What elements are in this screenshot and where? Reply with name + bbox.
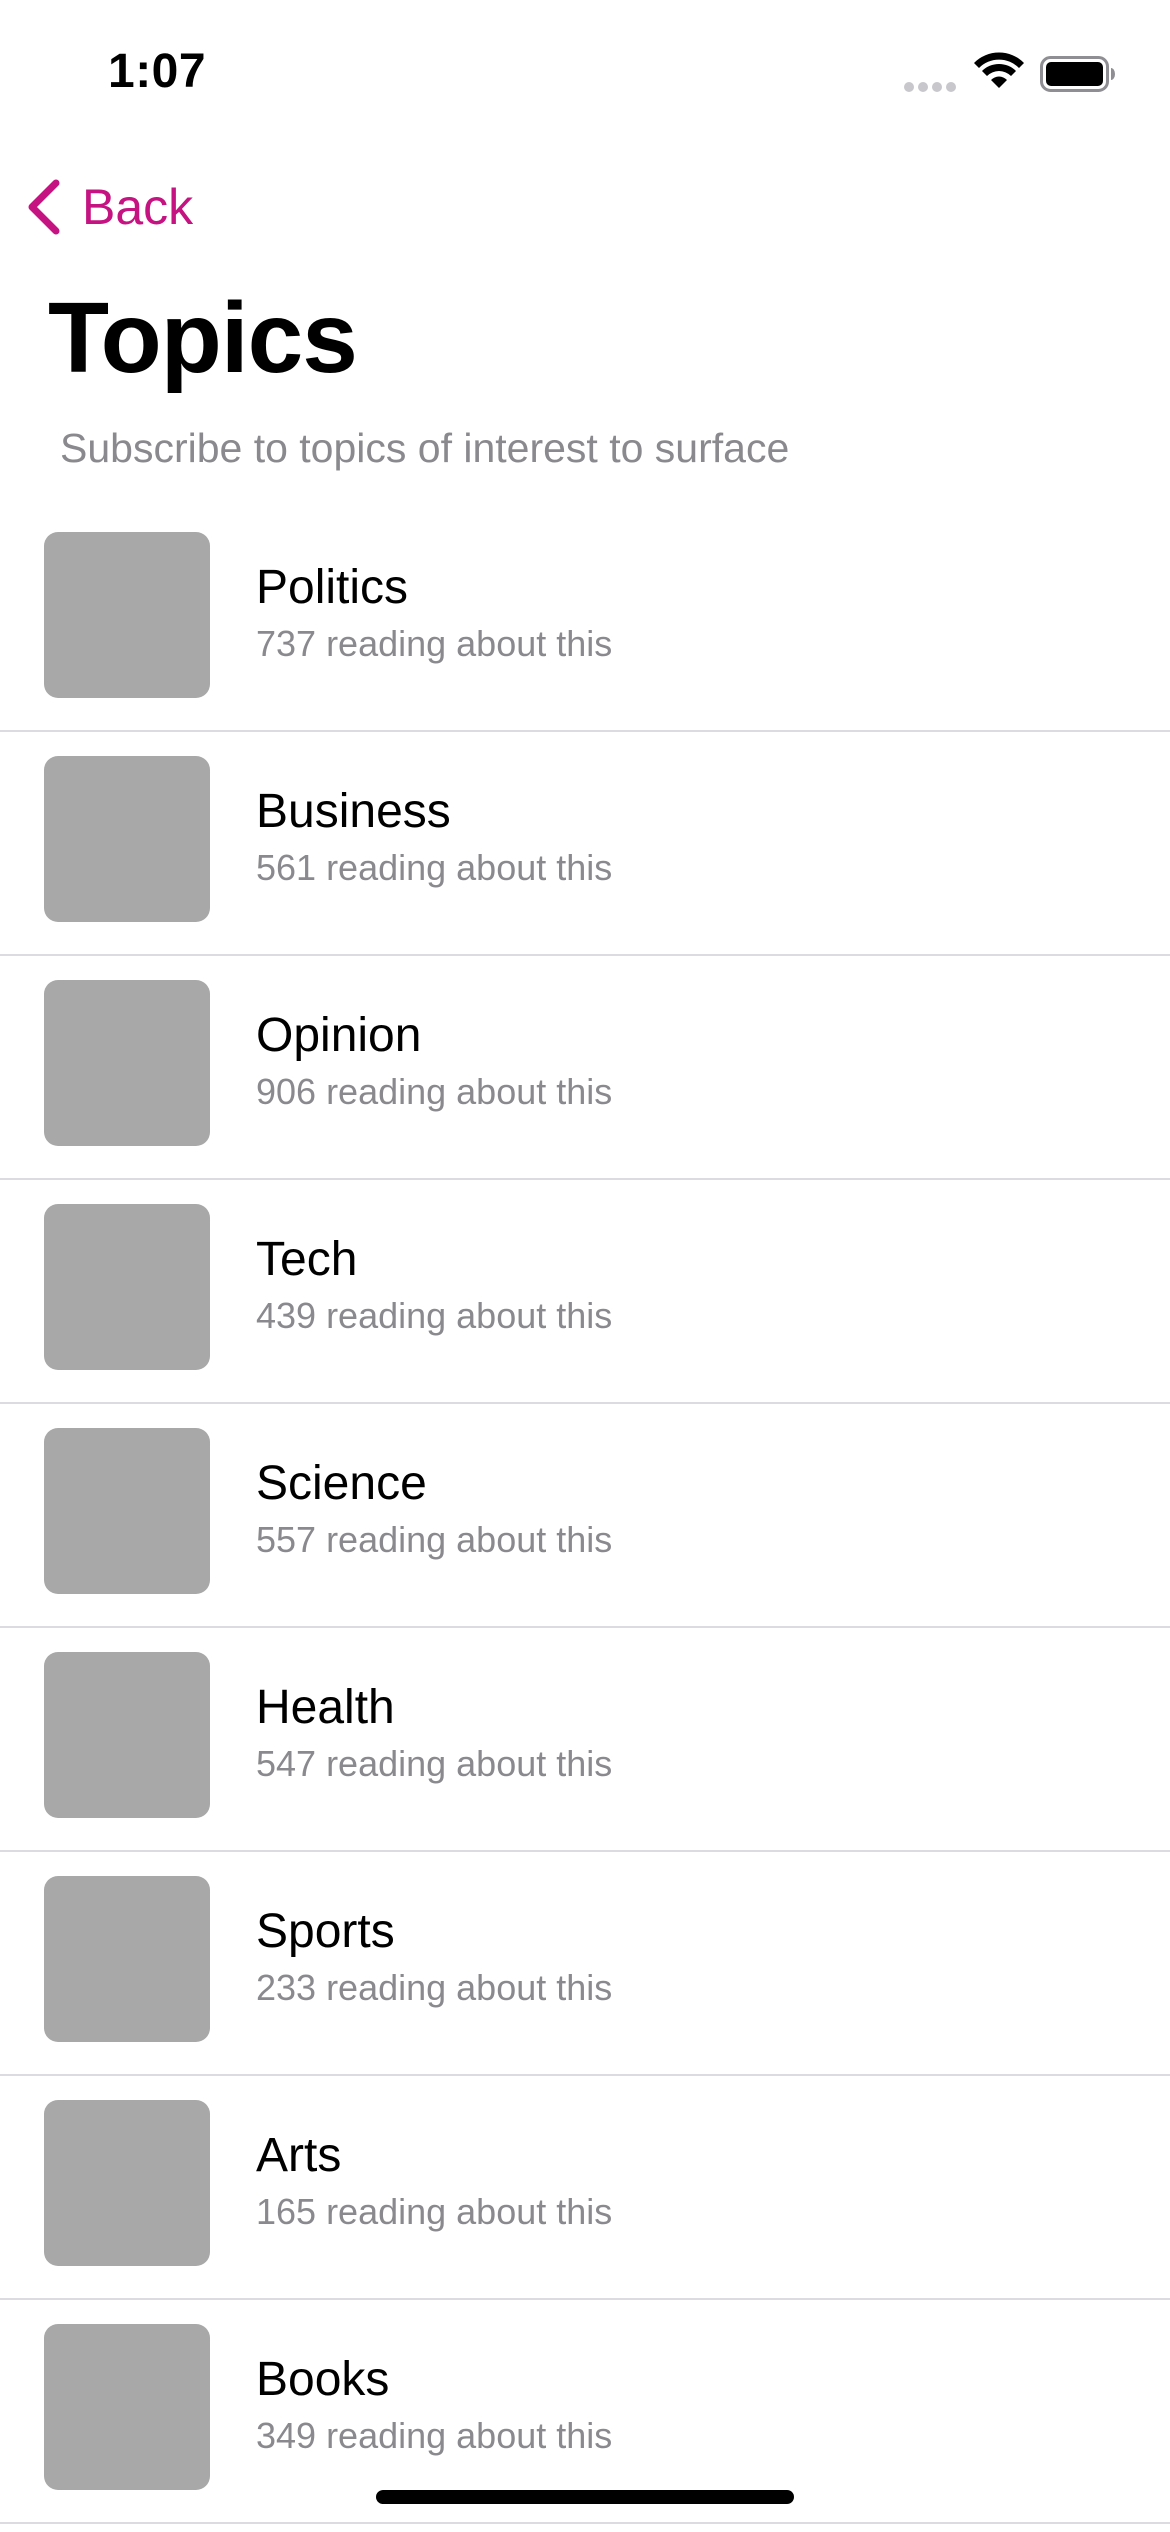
topic-thumbnail (44, 2324, 210, 2490)
topic-reader-count: 557 reading about this (256, 1519, 613, 1560)
topic-thumbnail (44, 1428, 210, 1594)
topic-name: Tech (256, 1233, 358, 1286)
topic-reader-count: 906 reading about this (256, 1071, 613, 1112)
topic-row-tech[interactable]: Tech 439 reading about this (0, 1180, 1170, 1404)
topic-reader-count: 233 reading about this (256, 1967, 613, 2008)
page-title: Topics (48, 282, 358, 394)
topic-row-arts[interactable]: Arts 165 reading about this (0, 2076, 1170, 2300)
topic-reader-count: 349 reading about this (256, 2415, 613, 2456)
topic-row-opinion[interactable]: Opinion 906 reading about this (0, 956, 1170, 1180)
topic-row-science[interactable]: Science 557 reading about this (0, 1404, 1170, 1628)
status-bar: 1:07 (0, 0, 1170, 150)
page-subtitle: Subscribe to topics of interest to surfa… (60, 425, 790, 471)
topic-row-business[interactable]: Business 561 reading about this (0, 732, 1170, 956)
chevron-left-icon (28, 179, 60, 235)
topic-name: Politics (256, 561, 409, 614)
topic-thumbnail (44, 1204, 210, 1370)
topic-thumbnail (44, 532, 210, 698)
topic-name: Business (256, 785, 451, 838)
battery-icon (1040, 56, 1115, 92)
topic-thumbnail (44, 1652, 210, 1818)
back-button[interactable]: Back (24, 172, 193, 242)
topic-row-politics[interactable]: Politics 737 reading about this (0, 508, 1170, 732)
signal-icon (904, 82, 958, 92)
topic-thumbnail (44, 980, 210, 1146)
topic-reader-count: 165 reading about this (256, 2191, 613, 2232)
topic-reader-count: 439 reading about this (256, 1295, 613, 1336)
topic-reader-count: 561 reading about this (256, 847, 613, 888)
topic-name: Sports (256, 1905, 395, 1958)
topic-list: Politics 737 reading about this Business… (0, 508, 1170, 2524)
topic-name: Science (256, 1457, 427, 1510)
topic-row-health[interactable]: Health 547 reading about this (0, 1628, 1170, 1852)
topic-thumbnail (44, 1876, 210, 2042)
topic-name: Opinion (256, 1009, 422, 1062)
home-indicator (376, 2490, 794, 2504)
back-label: Back (82, 179, 194, 235)
topic-name: Books (256, 2353, 390, 2406)
wifi-icon (974, 52, 1024, 88)
status-time: 1:07 (108, 45, 207, 98)
topic-thumbnail (44, 2100, 210, 2266)
topic-reader-count: 737 reading about this (256, 623, 613, 664)
topic-name: Arts (256, 2129, 342, 2182)
topic-row-sports[interactable]: Sports 233 reading about this (0, 1852, 1170, 2076)
screen: 1:07 Back Topics Subscribe to topics of … (0, 0, 1170, 2532)
topic-name: Health (256, 1681, 395, 1734)
topic-reader-count: 547 reading about this (256, 1743, 613, 1784)
topic-thumbnail (44, 756, 210, 922)
